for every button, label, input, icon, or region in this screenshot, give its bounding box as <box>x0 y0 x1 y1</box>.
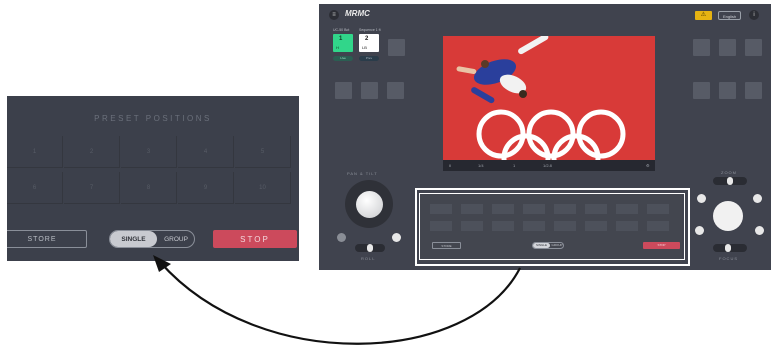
callout-arrow <box>153 255 521 345</box>
